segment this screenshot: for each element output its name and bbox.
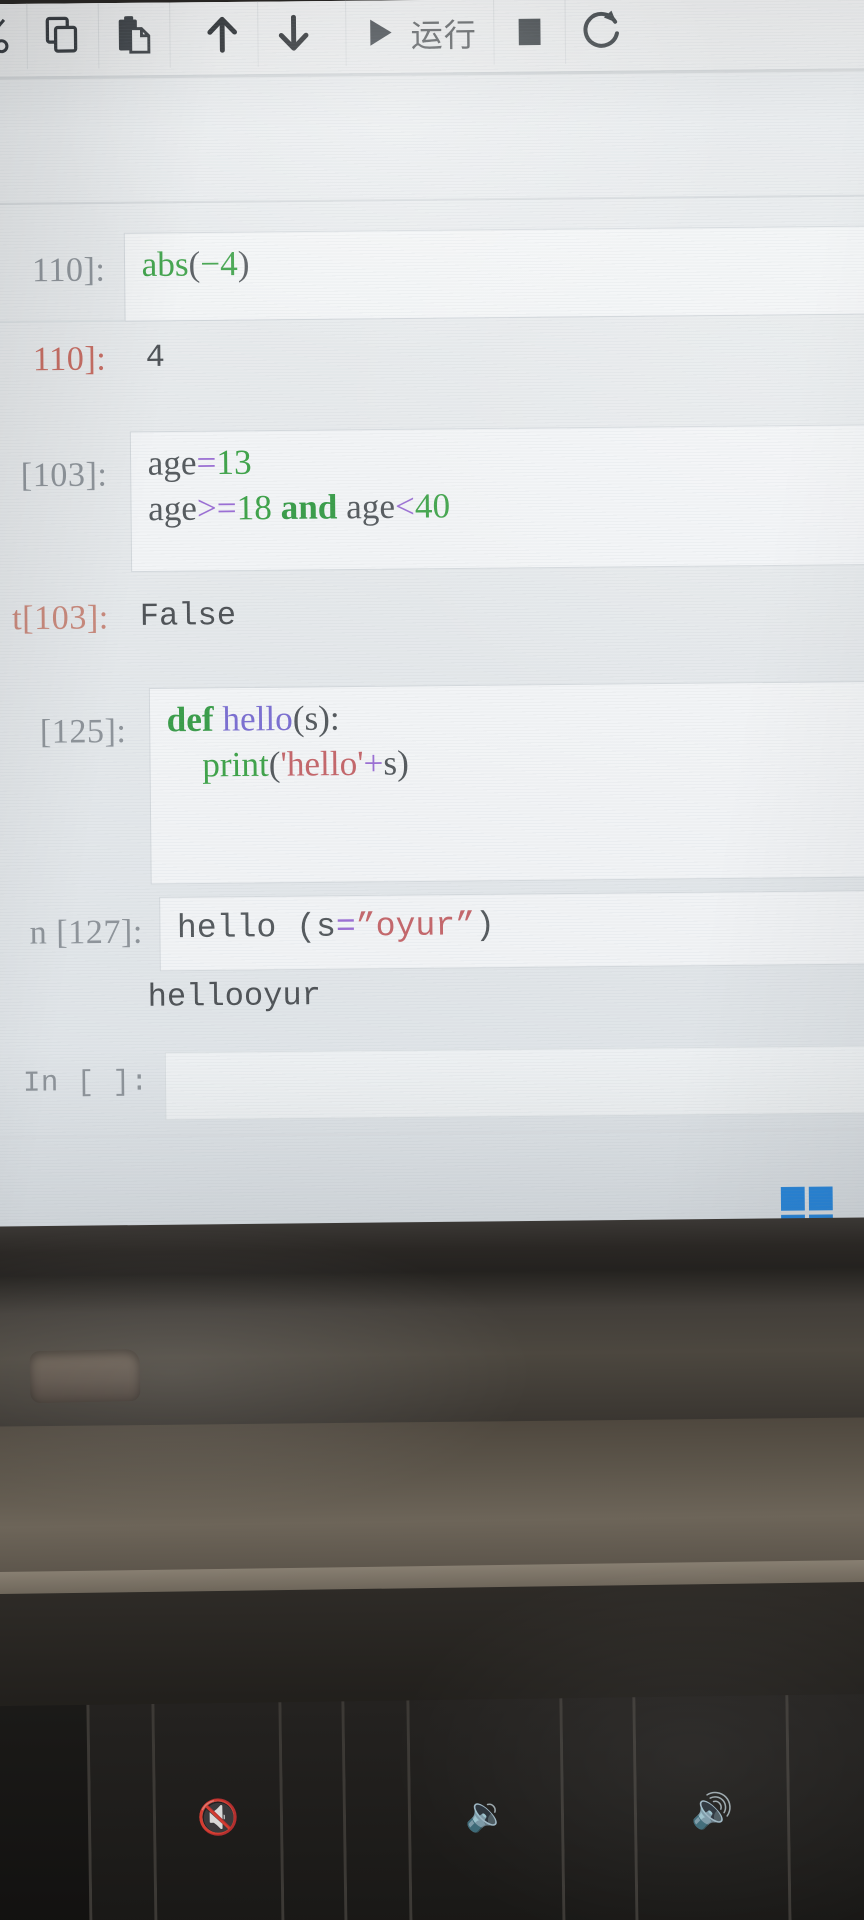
key-blank-2[interactable] bbox=[89, 1703, 158, 1920]
windows-logo-tile-2 bbox=[808, 1186, 833, 1211]
move-down-button[interactable] bbox=[258, 0, 329, 67]
key-mute-speaker[interactable]: 🔇 bbox=[154, 1702, 285, 1920]
key-blank-5[interactable] bbox=[562, 1697, 639, 1920]
stop-icon bbox=[511, 12, 549, 50]
restart-kernel-button[interactable] bbox=[565, 0, 636, 64]
cell-call-hello[interactable]: n [127]: hello (s=”oyur”) bbox=[0, 889, 864, 974]
cell-age-out-prompt: t[103]: bbox=[12, 599, 109, 638]
key-blank-1-glyph bbox=[0, 1705, 90, 1920]
move-down-icon bbox=[271, 10, 317, 56]
run-button-label: 运行 bbox=[410, 16, 478, 55]
key-volume-down[interactable]: 🔉 bbox=[409, 1698, 566, 1920]
play-icon bbox=[359, 13, 399, 53]
cell-def-hello-source-line1: def hello(s): bbox=[166, 699, 340, 740]
cell-call-hello-input[interactable]: hello (s=”oyur”) bbox=[159, 889, 864, 972]
cell-age-in-prompt: [103]: bbox=[20, 456, 108, 495]
move-up-icon bbox=[199, 11, 245, 57]
key-blank-5-glyph bbox=[562, 1697, 635, 1920]
volume-up-icon: 🔊 bbox=[690, 1790, 734, 1832]
cell-def-hello-source-line2: print('hello'+s) bbox=[202, 744, 410, 785]
copy-icon bbox=[41, 14, 85, 58]
toolbar-separator-2 bbox=[328, 0, 345, 66]
cell-empty[interactable]: In [ ]: bbox=[0, 1045, 864, 1122]
cell-def-hello-input[interactable]: def hello(s): print('hello'+s) bbox=[148, 680, 864, 885]
cell-age-source-line1: age=13 bbox=[147, 443, 252, 483]
cut-button[interactable] bbox=[0, 2, 28, 70]
cell-abs-input[interactable]: abs(−4) bbox=[123, 225, 864, 322]
key-blank-4[interactable] bbox=[344, 1700, 413, 1920]
laptop-hinge-nub bbox=[29, 1348, 141, 1404]
cell-call-hello-output-row: hellooyur bbox=[147, 978, 321, 1016]
key-blank-1[interactable] bbox=[0, 1704, 93, 1920]
key-blank-3[interactable] bbox=[281, 1701, 348, 1920]
windows-logo-tile-1 bbox=[780, 1186, 805, 1211]
cell-age-input[interactable]: age=13 age>=18 and age<40 bbox=[129, 424, 864, 573]
copy-button[interactable] bbox=[27, 2, 100, 70]
run-button[interactable]: 运行 bbox=[345, 0, 495, 67]
cell-abs-out-prompt: 110]: bbox=[32, 340, 107, 379]
cell-empty-input[interactable] bbox=[164, 1045, 864, 1121]
cell-def-hello-in-prompt: [125]: bbox=[39, 712, 127, 752]
cell-abs[interactable]: 110]: abs(−4) bbox=[0, 225, 864, 323]
move-up-button[interactable] bbox=[186, 0, 259, 68]
notebook-screen: 运行 110]: abs(−4) 110]: 4 [103]: age=13 a… bbox=[0, 0, 864, 1280]
key-volume-up[interactable]: 🔊 bbox=[635, 1695, 792, 1920]
notebook-body: 110]: abs(−4) 110]: 4 [103]: age=13 age>… bbox=[0, 72, 864, 1280]
laptop-hinge-strip bbox=[0, 1267, 864, 1427]
key-blank-6[interactable] bbox=[788, 1693, 864, 1920]
cut-icon bbox=[0, 14, 13, 58]
cell-age-output-row: t[103]: False bbox=[0, 596, 236, 642]
cell-abs-in-prompt: 110]: bbox=[31, 251, 106, 290]
speaker-mute-icon: 🔇 bbox=[196, 1797, 240, 1839]
key-blank-2-glyph bbox=[89, 1704, 154, 1920]
toolbar-clipboard-group bbox=[0, 0, 171, 70]
laptop-screen-photo: 运行 110]: abs(−4) 110]: 4 [103]: age=13 a… bbox=[0, 0, 864, 1920]
key-blank-3-glyph bbox=[281, 1701, 344, 1920]
cell-age-output: False bbox=[139, 598, 237, 636]
restart-icon bbox=[578, 7, 624, 53]
notebook-rule-top bbox=[0, 194, 864, 206]
key-blank-4-glyph bbox=[344, 1700, 409, 1920]
paste-button[interactable] bbox=[98, 1, 171, 69]
cell-age-source-line2: age>=18 and age<40 bbox=[147, 487, 451, 529]
toolbar-separator-1 bbox=[170, 1, 187, 67]
cell-abs-output-row: 110]: 4 bbox=[0, 338, 165, 383]
cell-call-hello-in-prompt: n [127]: bbox=[29, 913, 144, 952]
cell-call-hello-output: hellooyur bbox=[147, 978, 322, 1017]
toolbar-move-group bbox=[186, 0, 329, 69]
keyboard-row: 🔇 🔉 🔊 bbox=[0, 1693, 864, 1920]
cell-abs-output: 4 bbox=[145, 339, 166, 377]
cell-def-hello[interactable]: [125]: def hello(s): print('hello'+s) bbox=[0, 680, 864, 886]
paste-icon bbox=[112, 13, 156, 57]
stop-button[interactable] bbox=[494, 0, 567, 65]
notebook-rule-bottom bbox=[0, 1127, 864, 1139]
key-blank-6-glyph bbox=[788, 1694, 864, 1920]
volume-down-icon: 🔉 bbox=[464, 1794, 508, 1835]
cell-empty-in-prompt: In [ ]: bbox=[22, 1066, 149, 1101]
cell-call-hello-source: hello (s=”oyur”) bbox=[176, 906, 496, 948]
notebook-toolbar: 运行 bbox=[0, 0, 864, 78]
cell-abs-source: abs(−4) bbox=[141, 244, 250, 285]
cell-age[interactable]: [103]: age=13 age>=18 and age<40 bbox=[0, 424, 864, 574]
